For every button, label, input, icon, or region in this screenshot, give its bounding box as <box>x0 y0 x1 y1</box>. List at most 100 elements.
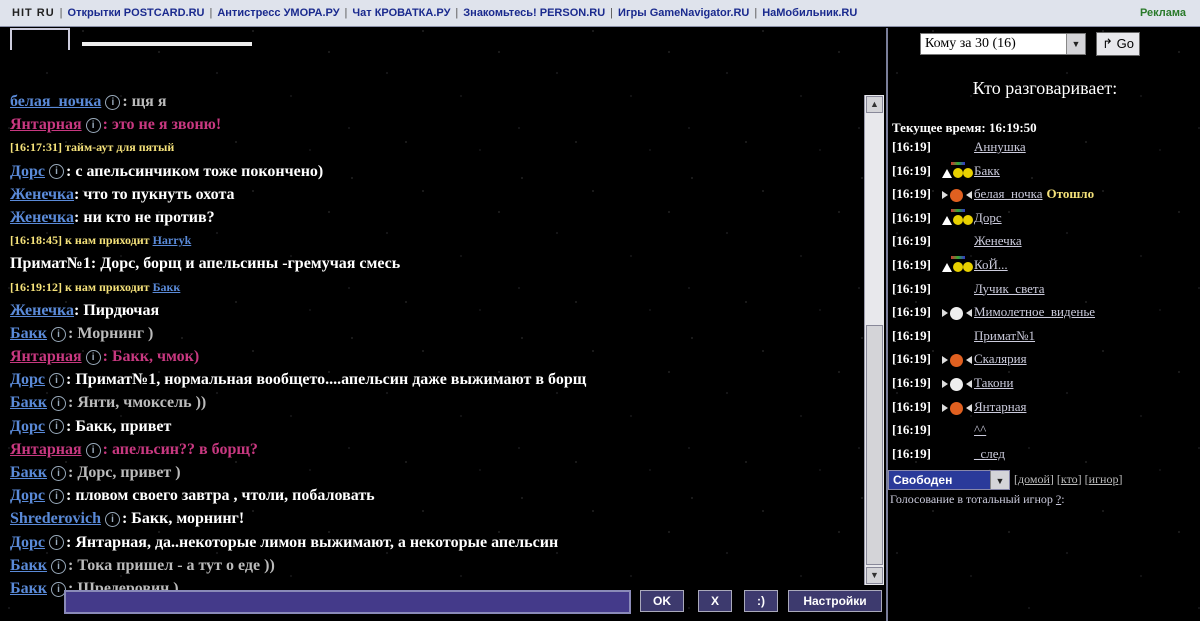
user-info-icon[interactable]: i <box>105 94 121 110</box>
message-input[interactable] <box>64 590 631 614</box>
user-info-icon[interactable]: i <box>49 419 65 435</box>
status-select[interactable]: Свободен ▼ <box>888 470 1010 490</box>
message-nick[interactable]: Янтарная <box>10 116 82 133</box>
user-info-icon[interactable]: i <box>104 512 120 528</box>
message-nick[interactable]: Дорс <box>10 371 45 388</box>
arrow-right-icon <box>942 379 948 388</box>
banner-link-postcard[interactable]: Открытки POSTCARD.RU <box>68 7 205 19</box>
user-name-link[interactable]: Бакк <box>974 163 1000 178</box>
user-name-link[interactable]: Такони <box>974 375 1013 390</box>
user-status-icons <box>942 377 974 391</box>
message-nick[interactable]: белая_ночка <box>10 93 101 110</box>
user-name-link[interactable]: ^^ <box>974 422 986 437</box>
user-name-link[interactable]: Примат№1 <box>974 328 1035 343</box>
message-text: : Примат№1, нормальная вообщето....апель… <box>66 371 587 389</box>
user-name-link[interactable]: Янтарная <box>974 399 1026 414</box>
message-nick[interactable]: Дорс <box>10 418 45 435</box>
ignore-link[interactable]: игнор <box>1089 472 1119 486</box>
user-info-icon[interactable]: i <box>51 558 67 574</box>
go-button[interactable]: ↱ Go <box>1096 32 1140 56</box>
user-name-link[interactable]: Дорс <box>974 210 1002 225</box>
message-nick[interactable]: Примат№1 <box>10 255 91 272</box>
chat-scrollbar[interactable]: ▲ ▼ <box>864 95 884 585</box>
banner-link-gamenavigator[interactable]: Игры GameNavigator.RU <box>618 7 749 19</box>
ok-button[interactable]: OK <box>640 590 684 612</box>
medal-icon <box>963 167 973 178</box>
banner-link-namobilnik[interactable]: НаМобильник.RU <box>762 7 857 19</box>
arrow-left-icon <box>966 309 972 318</box>
system-time: [16:19:12] <box>10 279 62 294</box>
banner-link-umora[interactable]: Антистресс УМОРА.РУ <box>217 7 339 19</box>
message-text: : что то пукнуть охота <box>74 185 235 203</box>
user-name-link[interactable]: Мимолетное_виденье <box>974 304 1095 319</box>
user-name-link[interactable]: _след <box>974 446 1005 461</box>
user-info-icon[interactable]: i <box>49 164 65 180</box>
user-name-link[interactable]: КоЙ... <box>974 257 1008 272</box>
user-status-icons <box>942 188 974 203</box>
message-text: : Бакк, морнинг! <box>121 510 245 528</box>
hit-ru-logo[interactable]: HIT RU <box>12 7 55 19</box>
user-info-icon[interactable]: i <box>49 373 65 389</box>
scroll-up-icon[interactable]: ▲ <box>866 96 883 113</box>
message-nick[interactable]: Harryk <box>153 233 192 247</box>
message-text: : Тока пришел - а тут о еде )) <box>68 556 275 574</box>
message-nick[interactable]: Бакк <box>10 580 47 597</box>
flag-icon <box>951 161 965 165</box>
user-info-icon[interactable]: i <box>51 465 67 481</box>
message-nick[interactable]: Дорс <box>10 163 45 180</box>
message-nick[interactable]: Shrederovich <box>10 510 101 527</box>
message-nick[interactable]: Бакк <box>10 325 47 342</box>
message-nick[interactable]: Дорс <box>10 487 45 504</box>
arrow-right-icon <box>942 403 948 412</box>
home-link[interactable]: домой <box>1018 472 1050 486</box>
user-row: [16:19] Лучик_света <box>892 278 1095 302</box>
message-nick[interactable]: Бакк <box>10 394 47 411</box>
arrow-left-icon <box>966 403 972 412</box>
user-info-icon[interactable]: i <box>85 442 101 458</box>
banner-link-krovatka[interactable]: Чат КРОВАТКА.РУ <box>352 7 450 19</box>
user-info-icon[interactable]: i <box>85 118 101 134</box>
scroll-down-icon[interactable]: ▼ <box>866 567 883 584</box>
user-time: [16:19] <box>892 233 931 249</box>
user-name-link[interactable]: Женечка <box>974 233 1022 248</box>
message-nick[interactable]: Бакк <box>10 464 47 481</box>
message-text: : Бакк, чмок) <box>102 348 200 366</box>
clear-button[interactable]: X <box>698 590 732 612</box>
who-link[interactable]: кто <box>1061 472 1078 486</box>
banner-link-person[interactable]: Знакомьтесь! PERSON.RU <box>463 7 605 19</box>
user-status-icons <box>942 353 974 368</box>
chat-message: Бакк i: Янти, чмоксель )) <box>10 391 862 414</box>
message-nick[interactable]: Бакк <box>10 557 47 574</box>
message-nick[interactable]: Янтарная <box>10 441 82 458</box>
user-row: [16:19] Бакк <box>892 160 1095 184</box>
chat-message: Дорс i: пловом своего завтра , чтоли, поб… <box>10 484 862 507</box>
alert-icon <box>950 189 963 203</box>
chevron-down-icon[interactable]: ▼ <box>1066 34 1085 54</box>
message-nick[interactable]: Женечка <box>10 302 74 319</box>
smile-button[interactable]: :) <box>744 590 778 612</box>
chevron-down-icon[interactable]: ▼ <box>990 471 1009 489</box>
message-nick[interactable]: Женечка <box>10 186 74 203</box>
settings-button[interactable]: Настройки <box>788 590 882 612</box>
message-nick[interactable]: Дорс <box>10 534 45 551</box>
user-info-icon[interactable]: i <box>51 396 67 412</box>
user-info-icon[interactable]: i <box>49 489 65 505</box>
advert-link[interactable]: Реклама <box>1140 7 1186 19</box>
user-row: [16:19] Такони <box>892 372 1095 396</box>
message-nick[interactable]: Женечка <box>10 209 74 226</box>
user-name-link[interactable]: Лучик_света <box>974 281 1045 296</box>
user-status-icons <box>942 330 974 344</box>
user-info-icon[interactable]: i <box>51 326 67 342</box>
message-nick[interactable]: Янтарная <box>10 348 82 365</box>
chat-area: белая_ночка i: щя я Янтарная i: это не я зв… <box>10 28 862 597</box>
user-name-link[interactable]: Скалярия <box>974 351 1027 366</box>
user-status-icons <box>942 283 974 297</box>
user-name-link[interactable]: Аннушка <box>974 139 1026 154</box>
chat-message: Дорс i: Янтарная, да..некоторые лимон выж… <box>10 531 862 554</box>
room-select[interactable]: Кому за 30 (16) ▼ <box>920 33 1086 55</box>
user-info-icon[interactable]: i <box>49 535 65 551</box>
scroll-thumb[interactable] <box>866 325 883 565</box>
message-nick[interactable]: Бакк <box>153 280 181 294</box>
user-info-icon[interactable]: i <box>85 349 101 365</box>
user-name-link[interactable]: белая_ночка <box>974 186 1043 201</box>
